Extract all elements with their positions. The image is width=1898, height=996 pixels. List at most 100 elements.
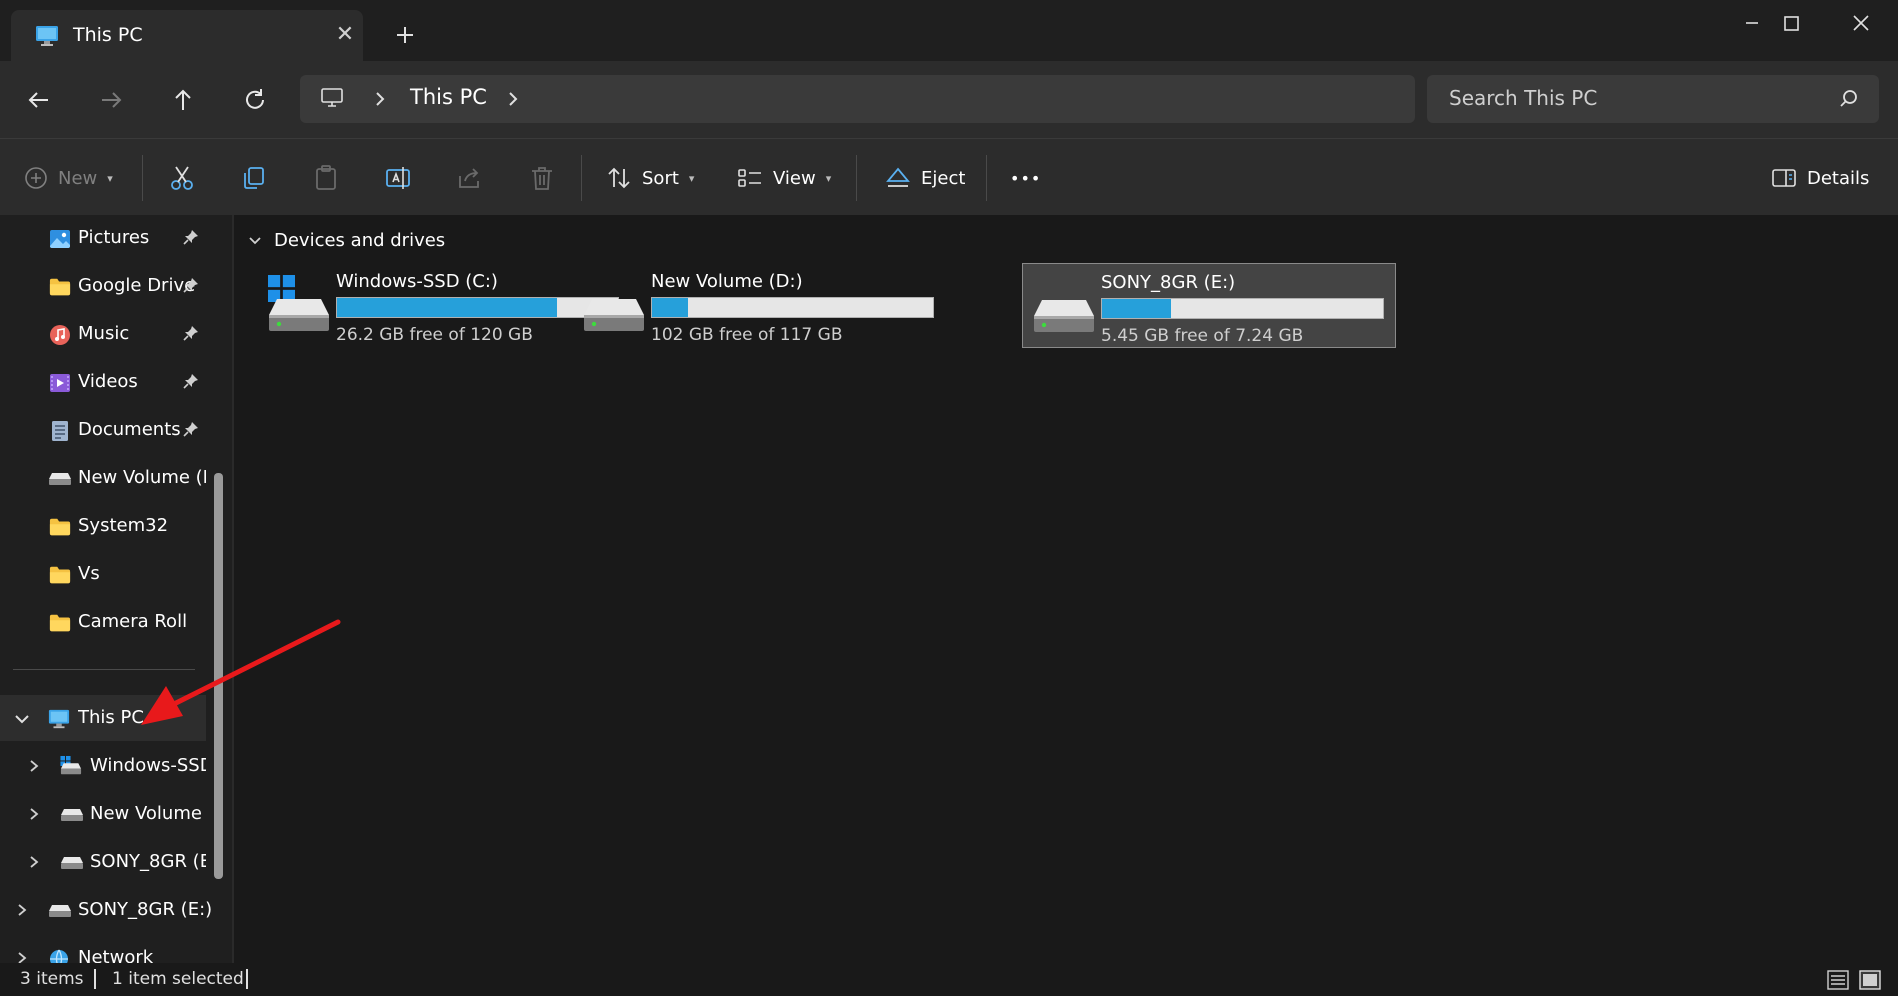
view-label: View <box>773 167 816 189</box>
sort-button[interactable]: Sort ▾ <box>606 163 694 193</box>
sidebar-item-label: Music <box>78 323 130 344</box>
copy-button[interactable] <box>240 163 268 193</box>
drive-tile-e[interactable]: SONY_8GR (E:) 5.45 GB free of 7.24 GB <box>1022 263 1396 348</box>
chevron-down-icon: ▾ <box>688 171 695 185</box>
chevron-right-icon[interactable] <box>16 951 28 963</box>
sidebar-item-sony-root[interactable]: SONY_8GR (E:) <box>0 887 212 933</box>
more-options-button[interactable]: ••• <box>1010 163 1041 193</box>
status-divider <box>246 969 248 989</box>
rename-button[interactable] <box>384 163 412 193</box>
eject-button[interactable]: Eject <box>885 163 965 193</box>
toolbar-divider <box>856 155 857 201</box>
sidebar-item-videos[interactable]: Videos <box>0 359 210 405</box>
sidebar-item-system32[interactable]: System32 <box>0 503 210 549</box>
chevron-down-icon[interactable] <box>14 712 30 726</box>
tiles-view-toggle[interactable] <box>1858 968 1882 992</box>
search-input[interactable]: Search This PC <box>1449 86 1597 110</box>
sidebar-item-network[interactable]: Network <box>0 935 210 963</box>
sidebar-item-this-pc[interactable]: This PC <box>0 695 206 741</box>
address-bar[interactable]: This PC <box>300 75 1415 123</box>
music-icon <box>50 325 70 345</box>
tab-this-pc[interactable]: This PC ✕ <box>11 10 363 61</box>
sidebar-item-label: Network <box>78 947 154 963</box>
refresh-icon <box>246 89 264 109</box>
computer-icon <box>321 88 343 107</box>
sidebar-scrollbar[interactable] <box>214 473 223 879</box>
navigation-pane[interactable]: Pictures Google Drive Music Videos Docum… <box>0 215 232 963</box>
search-box[interactable]: Search This PC <box>1427 75 1879 123</box>
pin-icon[interactable] <box>183 325 199 341</box>
sidebar-item-new-volume[interactable]: New Volume (D: <box>0 455 210 501</box>
tab-close-icon[interactable]: ✕ <box>333 23 357 47</box>
share-button[interactable] <box>456 163 484 193</box>
chevron-right-icon[interactable] <box>372 90 388 108</box>
selection-count: 1 item selected <box>112 969 244 989</box>
forward-button[interactable] <box>96 85 126 115</box>
maximize-icon <box>1784 16 1799 31</box>
sidebar-item-documents[interactable]: Documents <box>0 407 210 453</box>
chevron-right-icon[interactable] <box>28 759 40 773</box>
chevron-down-icon: ▾ <box>107 171 113 185</box>
sidebar-item-label: This PC <box>78 707 144 728</box>
sort-icon <box>608 167 630 189</box>
documents-icon <box>52 421 68 441</box>
sidebar-divider <box>13 669 195 670</box>
pin-icon[interactable] <box>183 229 199 245</box>
eject-icon <box>886 167 910 187</box>
new-tab-button[interactable] <box>392 22 418 48</box>
drive-free-space: 26.2 GB free of 120 GB <box>336 325 533 345</box>
back-button[interactable] <box>24 85 54 115</box>
arrow-up-icon <box>175 89 191 110</box>
drive-icon <box>48 904 72 918</box>
sidebar-item-pictures[interactable]: Pictures <box>0 215 210 261</box>
drive-usage-fill <box>652 298 688 317</box>
sidebar-item-new-volume-d[interactable]: New Volume (I <box>0 791 210 837</box>
pin-icon[interactable] <box>183 421 199 437</box>
details-view-toggle[interactable] <box>1826 968 1850 992</box>
more-icon: ••• <box>1010 168 1042 188</box>
close-window-button[interactable] <box>1836 8 1886 38</box>
chevron-right-icon[interactable] <box>16 903 28 917</box>
chevron-right-icon[interactable] <box>28 855 40 869</box>
group-title: Devices and drives <box>274 230 446 251</box>
pin-icon[interactable] <box>183 373 199 389</box>
pin-icon[interactable] <box>183 277 199 293</box>
chevron-down-icon[interactable] <box>248 235 262 247</box>
chevron-right-icon[interactable] <box>28 807 40 821</box>
title-bar: This PC ✕ <box>0 0 1898 61</box>
view-list-icon <box>738 169 761 187</box>
drive-icon <box>60 856 84 870</box>
cut-button[interactable] <box>168 163 196 193</box>
sidebar-item-label: Pictures <box>78 227 150 248</box>
sidebar-item-sony-child[interactable]: SONY_8GR (E:) <box>0 839 210 885</box>
group-header-devices[interactable]: Devices and drives <box>248 230 445 251</box>
up-button[interactable] <box>168 85 198 115</box>
drive-icon <box>1034 300 1094 332</box>
eject-label: Eject <box>921 167 966 189</box>
sidebar-item-windows-ssd[interactable]: Windows-SSD <box>0 743 210 789</box>
toolbar-divider <box>581 155 582 201</box>
new-button[interactable]: New ▾ <box>24 163 113 193</box>
breadcrumb-this-pc[interactable]: This PC <box>410 85 487 109</box>
drive-tile-d[interactable]: New Volume (D:) 102 GB free of 117 GB <box>573 263 947 348</box>
sidebar-item-camera-roll[interactable]: Camera Roll <box>0 599 210 645</box>
sidebar-item-vs[interactable]: Vs <box>0 551 210 597</box>
folder-icon <box>49 564 71 586</box>
view-button[interactable]: View ▾ <box>737 163 831 193</box>
delete-button[interactable] <box>528 163 556 193</box>
chevron-right-icon[interactable] <box>505 90 521 108</box>
details-button[interactable]: Details <box>1771 163 1869 193</box>
trash-icon <box>532 167 552 190</box>
folder-icon <box>49 516 71 538</box>
search-icon[interactable] <box>1839 89 1859 109</box>
videos-icon <box>50 374 70 392</box>
maximize-button[interactable] <box>1766 8 1816 38</box>
toolbar-divider <box>986 155 987 201</box>
sidebar-item-google-drive[interactable]: Google Drive <box>0 263 210 309</box>
paste-button[interactable] <box>312 163 340 193</box>
close-icon <box>1853 15 1869 31</box>
details-label: Details <box>1807 167 1870 189</box>
refresh-button[interactable] <box>240 85 270 115</box>
details-view-icon <box>1827 970 1849 990</box>
sidebar-item-music[interactable]: Music <box>0 311 210 357</box>
